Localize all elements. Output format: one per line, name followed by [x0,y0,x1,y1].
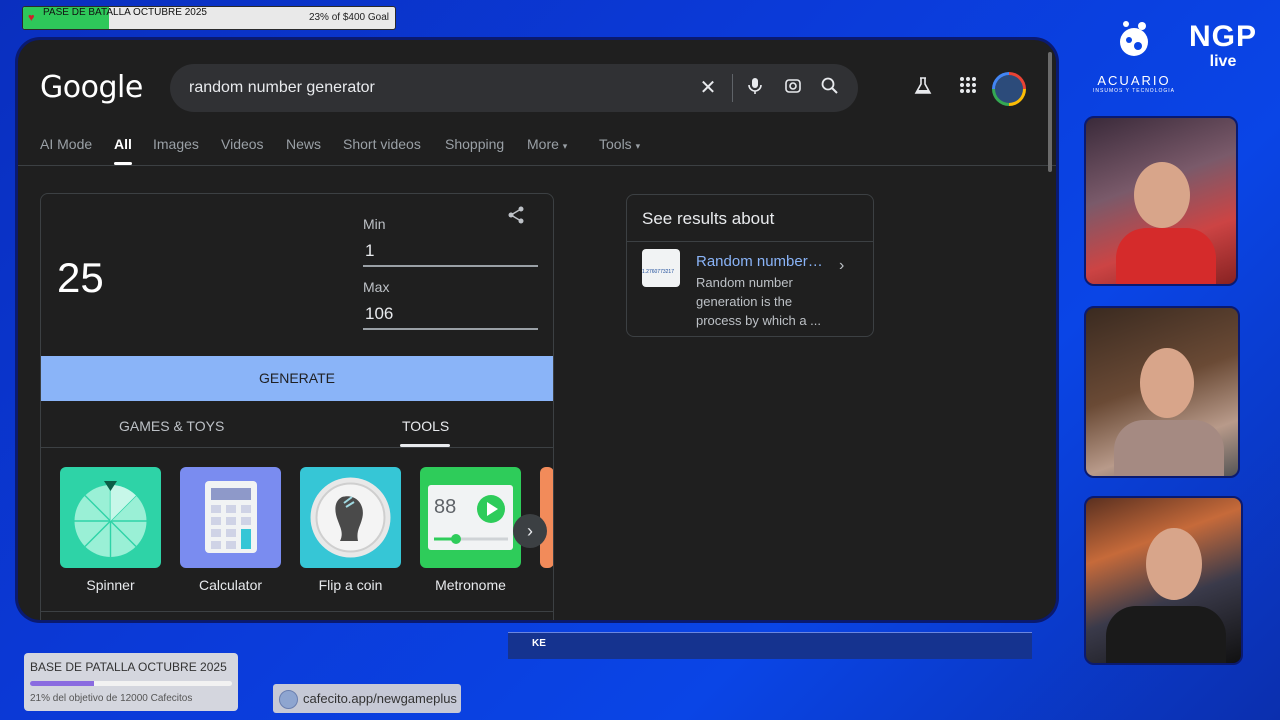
generated-number: 25 [57,254,104,301]
browser-window: Google random number generator ✕ AI Mode… [18,40,1056,620]
share-icon[interactable] [507,206,525,229]
search-input[interactable]: random number generator [189,79,375,97]
flip-coin-tile[interactable] [300,467,401,568]
top-goal-title: PASE DE BATALLA OCTUBRE 2025 [43,7,207,18]
acuario-mark-icon [1086,18,1182,73]
tab-short-videos[interactable]: Short videos [343,136,421,152]
tabs-divider [18,165,1056,166]
microphone-icon[interactable] [743,76,767,100]
caret-down-icon: ▾ [635,141,641,151]
bottom-goal-widget: BASE DE PATALLA OCTUBRE 2025 21% del obj… [24,653,238,711]
search-bar[interactable]: random number generator ✕ [170,64,858,112]
chevron-right-icon[interactable]: › [839,257,844,275]
partial-tile[interactable] [540,467,553,568]
min-label: Min [363,216,386,232]
see-results-card: See results about 1.2760773217 Random nu… [626,194,874,337]
calculator-tile[interactable] [180,467,281,568]
top-goal-bar: ♥ PASE DE BATALLA OCTUBRE 2025 23% of $4… [22,6,396,30]
spinner-label: Spinner [86,577,135,593]
calculator-label: Calculator [198,577,263,593]
apps-grid-icon[interactable] [956,76,980,100]
spinner-wheel-icon [74,481,147,557]
live-text: live [1209,53,1237,70]
bottom-goal-fill [30,681,94,686]
acuario-tagline: INSUMOS Y TECNOLOGIA [1093,88,1175,94]
min-field-underline [363,265,538,267]
tab-tools[interactable]: Tools ▾ [599,136,640,152]
card-bottom-divider [41,611,553,612]
chat-ticker: KE [508,632,1032,659]
coin-icon [310,477,391,558]
search-divider [732,74,733,102]
webcam-3 [1084,496,1243,665]
calculator-icon [205,481,257,553]
lens-icon[interactable] [781,76,805,100]
ngp-live-logo: NGP live [1188,20,1258,76]
max-label: Max [363,279,390,295]
cafecito-link[interactable]: cafecito.app/newgameplus [273,684,461,713]
webcam-1 [1084,116,1238,286]
acuario-logo: ACUARIO INSUMOS Y TECNOLOGIA [1086,18,1182,94]
avatar[interactable] [992,72,1026,106]
spinner-tile[interactable] [60,467,161,568]
generate-button[interactable]: GENERATE [41,356,553,401]
max-field-underline [363,328,538,330]
chevron-right-icon[interactable]: › [513,514,547,548]
bottom-goal-bar [30,681,232,686]
top-goal-amount: 23% of $400 Goal [308,12,389,23]
tab-more[interactable]: More ▾ [527,136,567,152]
thumbnail-number: 1.2760773217 [642,269,674,275]
tab-images[interactable]: Images [153,136,199,152]
page-scrollbar[interactable] [1048,52,1052,172]
result-thumbnail[interactable]: 1.2760773217 [642,249,680,287]
metronome-tile[interactable]: 88 [420,467,521,568]
close-icon[interactable]: ✕ [696,76,720,100]
webcam-2 [1084,306,1240,478]
google-logo[interactable]: Google [40,70,143,105]
tab-all[interactable]: All [114,136,132,165]
bottom-goal-subtitle: 21% del objetivo de 12000 Cafecitos [30,693,193,704]
max-field[interactable]: 106 [365,304,393,324]
tab-ai-mode[interactable]: AI Mode [40,136,92,152]
search-icon[interactable] [818,76,842,100]
flip-coin-label: Flip a coin [318,577,383,593]
acuario-name: ACUARIO [1097,73,1171,88]
subtabs-divider [41,447,553,448]
random-number-card: 25 Min 1 Max 106 GENERATE GAMES & TOYS T… [40,193,554,620]
tab-more-label: More [527,136,559,152]
result-description: Random number generation is the process … [696,275,821,328]
cafecito-icon [279,690,298,709]
metronome-label: Metronome [435,577,506,593]
ticker-text: KE [532,638,546,649]
heart-icon: ♥ [28,12,35,24]
caret-down-icon: ▾ [562,141,568,151]
tab-tools-label: Tools [599,136,632,152]
cafecito-url[interactable]: cafecito.app/newgameplus [303,691,457,706]
ngp-text: NGP [1188,20,1257,53]
metronome-bpm: 88 [434,496,457,518]
result-title-link[interactable]: Random number… [696,253,828,270]
tab-shopping[interactable]: Shopping [445,136,504,152]
tab-news[interactable]: News [286,136,321,152]
bottom-goal-title: BASE DE PATALLA OCTUBRE 2025 [30,660,227,674]
min-field[interactable]: 1 [365,241,374,261]
see-results-heading: See results about [642,209,775,228]
tab-games-toys[interactable]: GAMES & TOYS [119,418,224,434]
tab-tools-sub[interactable]: TOOLS [402,418,449,434]
see-results-divider [627,241,873,242]
labs-icon[interactable] [911,76,935,100]
tab-videos[interactable]: Videos [221,136,264,152]
tab-all-label: All [114,136,132,152]
